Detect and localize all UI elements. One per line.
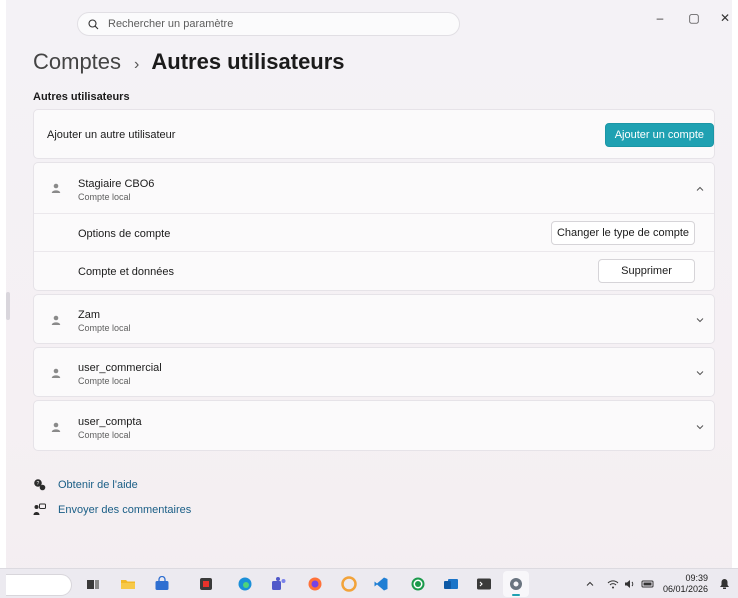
add-user-card: Ajouter un autre utilisateur Ajouter un … bbox=[33, 109, 715, 159]
breadcrumb: Comptes › Autres utilisateurs bbox=[33, 49, 345, 75]
user-type: Compte local bbox=[78, 376, 131, 386]
svg-text:?: ? bbox=[37, 481, 40, 487]
active-app-indicator bbox=[512, 594, 520, 596]
get-help-link[interactable]: ? Obtenir de l'aide bbox=[33, 478, 138, 491]
window-right-edge bbox=[732, 0, 738, 598]
user-type: Compte local bbox=[78, 192, 131, 202]
add-user-label: Ajouter un autre utilisateur bbox=[47, 129, 176, 141]
opera-icon[interactable] bbox=[341, 576, 357, 592]
user-name: user_compta bbox=[78, 416, 142, 428]
user-type: Compte local bbox=[78, 323, 131, 333]
chevron-down-icon[interactable] bbox=[694, 367, 706, 379]
settings-app-active[interactable] bbox=[503, 571, 529, 597]
account-data-label: Compte et données bbox=[78, 266, 175, 278]
user-card-compta[interactable]: user_compta Compte local bbox=[33, 400, 715, 451]
chevron-down-icon[interactable] bbox=[694, 314, 706, 326]
wifi-icon[interactable] bbox=[607, 578, 619, 590]
add-account-button[interactable]: Ajouter un compte bbox=[604, 123, 714, 147]
user-name: Zam bbox=[78, 309, 100, 321]
minimize-button[interactable]: – bbox=[648, 8, 672, 28]
file-explorer-icon[interactable] bbox=[120, 576, 136, 592]
search-icon bbox=[88, 18, 99, 29]
task-view-icon[interactable] bbox=[85, 576, 101, 592]
taskbar-search-box[interactable] bbox=[6, 574, 72, 596]
chevron-down-icon[interactable] bbox=[694, 421, 706, 433]
section-title: Autres utilisateurs bbox=[33, 91, 130, 103]
breadcrumb-separator: › bbox=[134, 56, 140, 73]
account-options-label: Options de compte bbox=[78, 228, 171, 240]
edge-icon[interactable] bbox=[237, 576, 253, 592]
page-title: Autres utilisateurs bbox=[151, 49, 345, 74]
settings-search-box[interactable] bbox=[77, 12, 460, 36]
chevron-up-icon[interactable] bbox=[585, 579, 595, 589]
outlook-icon[interactable] bbox=[443, 576, 459, 592]
store-icon[interactable] bbox=[154, 576, 170, 592]
user-icon bbox=[51, 315, 61, 325]
user-name: Stagiaire CBO6 bbox=[78, 178, 155, 190]
account-data-row: Compte et données Supprimer bbox=[34, 252, 714, 290]
user-icon bbox=[51, 422, 61, 432]
close-button[interactable]: ✕ bbox=[713, 8, 737, 28]
send-feedback-label[interactable]: Envoyer des commentaires bbox=[58, 504, 191, 516]
battery-icon[interactable] bbox=[641, 579, 655, 589]
app-red-icon[interactable] bbox=[198, 576, 214, 592]
user-card-zam[interactable]: Zam Compte local bbox=[33, 294, 715, 344]
notification-icon[interactable] bbox=[718, 577, 731, 590]
get-help-label[interactable]: Obtenir de l'aide bbox=[58, 479, 138, 491]
help-icon: ? bbox=[34, 479, 46, 491]
clock-date: 06/01/2026 bbox=[662, 584, 708, 594]
resize-grip[interactable] bbox=[6, 292, 10, 320]
restore-icon: ▢ bbox=[688, 11, 700, 25]
close-icon: ✕ bbox=[719, 11, 731, 25]
search-input[interactable] bbox=[108, 18, 428, 30]
user-type: Compte local bbox=[78, 430, 131, 440]
breadcrumb-parent[interactable]: Comptes bbox=[33, 49, 121, 75]
taskbar: 09:39 06/01/2026 bbox=[0, 568, 738, 598]
minimize-icon: – bbox=[656, 11, 664, 25]
clock[interactable]: 09:39 06/01/2026 bbox=[663, 573, 708, 595]
clock-time: 09:39 bbox=[685, 573, 708, 583]
delete-account-button[interactable]: Supprimer bbox=[598, 259, 695, 283]
whatsapp-icon[interactable] bbox=[410, 576, 426, 592]
user-name: user_commercial bbox=[78, 362, 162, 374]
user-card-stagiaire: Stagiaire CBO6 Compte local Options de c… bbox=[33, 162, 715, 291]
settings-icon bbox=[510, 578, 522, 590]
send-feedback-link[interactable]: Envoyer des commentaires bbox=[33, 503, 191, 516]
user-header-stagiaire[interactable]: Stagiaire CBO6 Compte local bbox=[34, 163, 714, 214]
maximize-button[interactable]: ▢ bbox=[682, 8, 706, 28]
terminal-icon[interactable] bbox=[476, 576, 492, 592]
firefox-icon[interactable] bbox=[307, 576, 323, 592]
chevron-up-icon[interactable] bbox=[694, 183, 706, 195]
vscode-icon[interactable] bbox=[373, 576, 389, 592]
change-account-type-button[interactable]: Changer le type de compte bbox=[551, 221, 695, 245]
user-icon bbox=[51, 183, 61, 193]
teams-icon[interactable] bbox=[271, 576, 287, 592]
user-icon bbox=[51, 368, 61, 378]
user-card-commercial[interactable]: user_commercial Compte local bbox=[33, 347, 715, 397]
feedback-icon bbox=[33, 503, 46, 515]
volume-icon[interactable] bbox=[624, 578, 636, 590]
account-options-row: Options de compte Changer le type de com… bbox=[34, 214, 714, 252]
